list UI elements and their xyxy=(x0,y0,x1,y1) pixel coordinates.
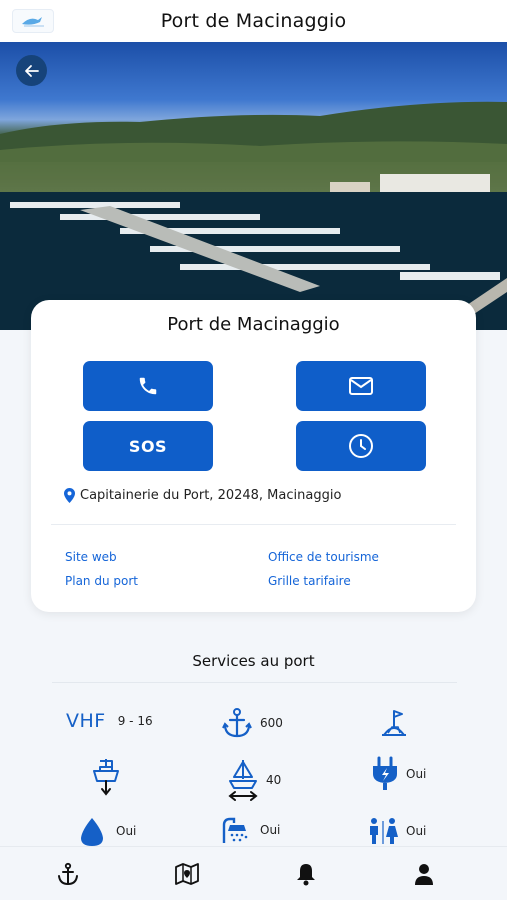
fuel-drop-icon xyxy=(81,818,103,846)
tourism-office-link[interactable]: Office de tourisme xyxy=(268,550,379,564)
app-logo xyxy=(12,9,54,33)
bell-icon xyxy=(297,864,315,886)
bottom-navigation xyxy=(0,846,507,900)
clock-icon xyxy=(349,434,373,458)
vhf-label: VHF xyxy=(66,710,106,732)
service-max-length: 40 xyxy=(226,757,281,803)
card-divider xyxy=(51,524,456,525)
user-icon xyxy=(415,864,433,885)
electricity-value: Oui xyxy=(406,767,427,781)
boat-length-icon xyxy=(228,760,258,801)
service-showers: Oui xyxy=(220,815,280,845)
toilets-value: Oui xyxy=(406,824,427,838)
address: Capitainerie du Port, 20248, Macinaggio xyxy=(64,488,341,503)
electric-plug-icon xyxy=(373,756,397,790)
address-text: Capitainerie du Port, 20248, Macinaggio xyxy=(80,488,342,503)
max-length-value: 40 xyxy=(266,773,282,787)
service-electricity: Oui xyxy=(370,756,426,792)
call-button[interactable] xyxy=(83,361,213,411)
page-title: Port de Macinaggio xyxy=(160,10,347,32)
vhf-channels: 9 - 16 xyxy=(117,714,153,728)
website-link[interactable]: Site web xyxy=(65,550,117,564)
shower-icon xyxy=(222,817,248,843)
moorings-count: 600 xyxy=(260,716,283,730)
port-plan-link[interactable]: Plan du port xyxy=(65,574,138,588)
email-button[interactable] xyxy=(296,361,426,411)
service-fuel: Oui xyxy=(78,816,136,846)
sos-button[interactable]: SOS xyxy=(83,421,213,471)
fuel-value: Oui xyxy=(116,824,137,838)
opening-hours-button[interactable] xyxy=(296,421,426,471)
mail-icon xyxy=(349,377,373,395)
price-grid-link[interactable]: Grille tarifaire xyxy=(268,574,351,588)
service-slipway xyxy=(378,707,410,739)
anchor-icon xyxy=(58,862,78,886)
service-vhf: VHF 9 - 16 xyxy=(66,710,153,732)
nav-ports[interactable] xyxy=(55,861,81,887)
services-title: Services au port xyxy=(192,652,315,670)
service-toilets: Oui xyxy=(366,817,426,845)
map-icon xyxy=(175,863,199,885)
service-moorings: 600 xyxy=(220,706,283,740)
port-name: Port de Macinaggio xyxy=(167,314,340,335)
slipway-icon xyxy=(382,710,406,736)
anchor-icon xyxy=(222,708,252,738)
port-info-card: Port de Macinaggio SOS Capitainerie du P… xyxy=(31,300,476,612)
port-photo xyxy=(0,42,507,330)
nav-map[interactable] xyxy=(174,861,200,887)
nav-profile[interactable] xyxy=(411,861,437,887)
toilets-icon xyxy=(370,818,398,844)
showers-value: Oui xyxy=(260,823,281,837)
services-divider xyxy=(52,682,457,683)
nav-notifications[interactable] xyxy=(293,861,319,887)
service-crane xyxy=(90,757,122,797)
phone-icon xyxy=(139,377,157,395)
crane-icon xyxy=(93,759,119,796)
location-pin-icon xyxy=(64,488,75,503)
top-bar: Port de Macinaggio xyxy=(0,0,507,42)
back-arrow-icon xyxy=(24,64,39,77)
back-button[interactable] xyxy=(16,55,47,86)
